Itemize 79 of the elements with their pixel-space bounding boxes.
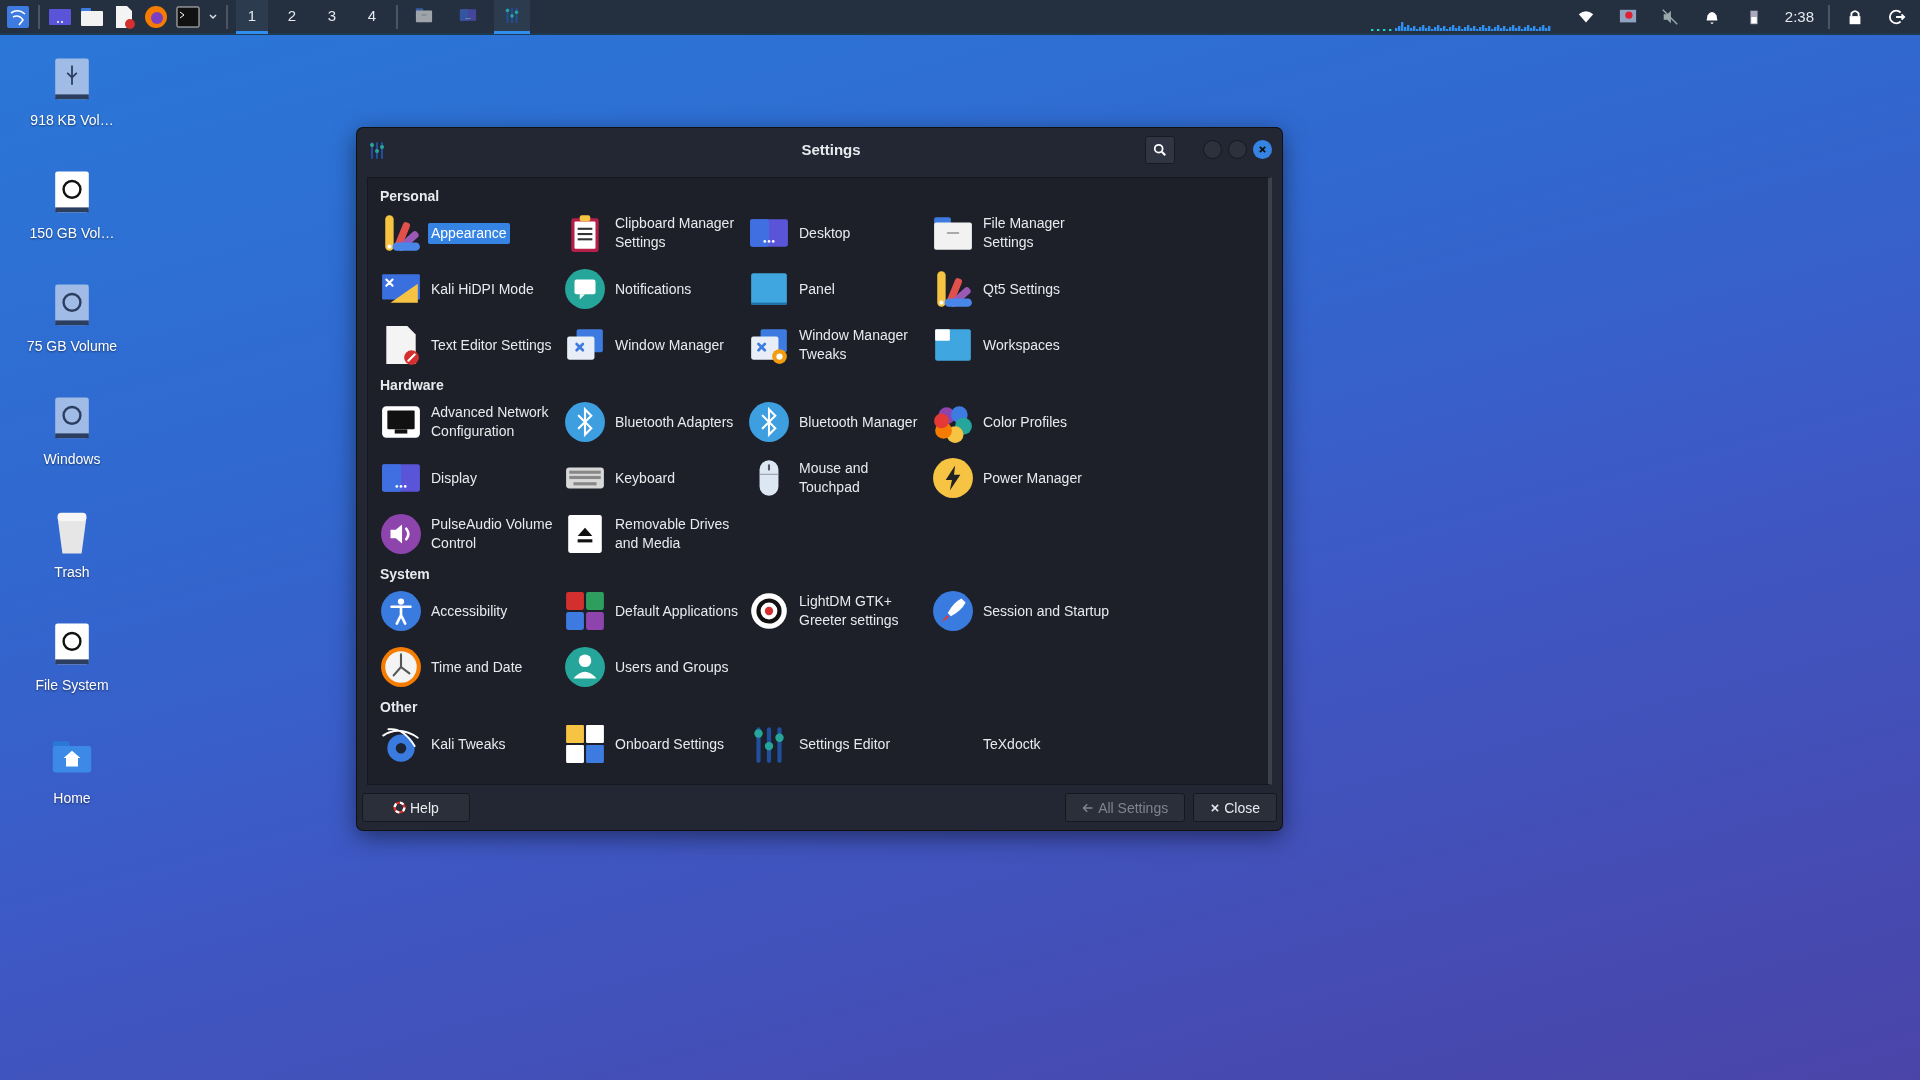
settings-item-label[interactable]: Power Manager [980, 467, 1085, 489]
settings-item-label[interactable]: Onboard Settings [612, 733, 727, 755]
bluetooth-icon[interactable] [564, 401, 606, 443]
app-grid-icon[interactable] [564, 590, 606, 632]
browser-icon[interactable] [144, 4, 168, 29]
settings-item-label[interactable]: Keyboard [612, 467, 678, 489]
help-button[interactable]: Help [362, 793, 470, 822]
accessibility-icon[interactable] [380, 590, 422, 632]
target-icon[interactable] [748, 590, 790, 632]
close-dialog-button[interactable]: Close [1193, 793, 1277, 822]
settings-item-label[interactable]: Bluetooth Adapters [612, 411, 737, 433]
settings-item-label[interactable]: LightDM GTK+ Greeter settings [796, 591, 932, 631]
close-button[interactable] [1253, 140, 1272, 159]
speaker-icon[interactable] [380, 513, 422, 555]
settings-item-label[interactable]: Window Manager Tweaks [796, 325, 932, 365]
settings-item-label[interactable]: Mouse and Touchpad [796, 458, 932, 498]
desktop-icon-label[interactable]: Trash [54, 564, 90, 580]
settings-item-label[interactable]: Advanced Network Configuration [428, 402, 564, 442]
sliders-icon [503, 6, 521, 24]
caret-icon[interactable] [208, 11, 218, 22]
workspace-button[interactable]: 3 [316, 0, 348, 34]
settings-item-label[interactable]: File Manager Settings [980, 213, 1116, 253]
settings-item-label[interactable]: Time and Date [428, 656, 526, 678]
desktop-icon-label[interactable]: 150 GB Vol… [29, 225, 115, 241]
settings-item-label[interactable]: PulseAudio Volume Control [428, 514, 564, 554]
desktop-icon-label[interactable]: 75 GB Volume [26, 338, 118, 354]
search-button[interactable] [1145, 135, 1175, 164]
close-icon [1258, 145, 1267, 154]
settings-item-label[interactable]: Desktop [796, 222, 854, 244]
bluetooth-icon[interactable] [748, 401, 790, 443]
settings-item-label[interactable]: Kali HiDPI Mode [428, 278, 537, 300]
chat-bubble-icon[interactable] [564, 268, 606, 310]
desktop-icon-label[interactable]: File System [35, 677, 109, 693]
window-title: Settings [800, 141, 862, 158]
user-icon[interactable] [564, 646, 606, 688]
key-grid-icon[interactable] [564, 723, 606, 765]
clock-icon[interactable] [380, 646, 422, 688]
settings-item-label[interactable]: Panel [796, 278, 838, 300]
settings-item-label[interactable]: Default Applications [612, 600, 741, 622]
settings-item-label[interactable]: Notifications [612, 278, 695, 300]
settings-item-label[interactable]: Text Editor Settings [428, 334, 555, 356]
lifebuoy-icon [393, 801, 406, 814]
search-icon [1153, 142, 1167, 157]
settings-item-label[interactable]: TeXdoctk [980, 733, 1044, 755]
settings-item-label[interactable]: Window Manager [612, 334, 727, 356]
settings-item-label[interactable]: Workspaces [980, 334, 1063, 356]
muted-speaker-icon[interactable] [1660, 7, 1679, 26]
desktop-icon-label[interactable]: 918 KB Vol… [30, 112, 114, 128]
workspace-button[interactable]: 2 [276, 0, 308, 34]
settings-item-label[interactable]: Qt5 Settings [980, 278, 1064, 300]
section-heading: System [380, 566, 431, 582]
monitor-icon [459, 6, 477, 24]
section-heading: Hardware [380, 377, 445, 393]
lightning-bolt-icon[interactable] [932, 457, 974, 499]
settings-item-label[interactable]: Session and Startup [980, 600, 1113, 622]
left-arrow-icon [1082, 801, 1095, 814]
workspace-button[interactable]: 1 [236, 0, 268, 34]
settings-item-label[interactable]: Accessibility [428, 600, 511, 622]
settings-item-label[interactable]: Display [428, 467, 480, 489]
section-heading: Personal [380, 188, 441, 204]
workspace-button[interactable]: 4 [356, 0, 388, 34]
settings-item-label[interactable]: Settings Editor [796, 733, 894, 755]
settings-item-label[interactable]: Clipboard Manager Settings [612, 213, 748, 253]
settings-item-label[interactable]: Removable Drives and Media [612, 514, 748, 554]
settings-item-label[interactable]: Users and Groups [612, 656, 732, 678]
sliders-icon [367, 139, 387, 160]
task-button[interactable] [494, 0, 530, 34]
settings-item-label[interactable]: Bluetooth Manager [796, 411, 921, 433]
folder-icon [415, 6, 433, 24]
settings-item-label[interactable]: Appearance [428, 222, 510, 244]
settings-item-label[interactable]: Color Profiles [980, 411, 1071, 433]
clock-time[interactable]: 2:38 [1784, 8, 1814, 25]
close-icon [1210, 802, 1221, 813]
desktop-icon-label[interactable]: Windows [43, 451, 101, 467]
terminal-icon[interactable] [176, 4, 200, 29]
settings-item-label[interactable]: Kali Tweaks [428, 733, 509, 755]
section-heading: Other [380, 699, 419, 715]
desktop-icon-label[interactable]: Home [53, 790, 91, 806]
logout-icon[interactable] [1888, 7, 1906, 26]
